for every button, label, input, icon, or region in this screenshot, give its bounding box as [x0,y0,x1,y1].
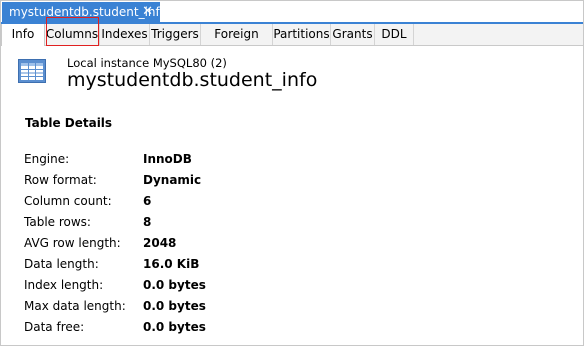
tab-info[interactable]: Info [1,24,45,46]
tab-triggers[interactable]: Triggers [150,24,201,45]
detail-row-engine: Engine: InnoDB [1,152,583,170]
tab-triggers-label: Triggers [151,27,199,41]
table-details-heading: Table Details [25,116,113,130]
detail-label: Column count: [24,194,112,208]
tab-grants[interactable]: Grants [331,24,375,45]
detail-value: 0.0 bytes [143,320,206,334]
detail-value: 2048 [143,236,177,250]
tab-partitions-label: Partitions [273,27,330,41]
detail-row-data-free: Data free: 0.0 bytes [1,320,583,338]
info-panel: Local instance MySQL80 (2) mystudentdb.s… [1,46,583,345]
detail-row-index-length: Index length: 0.0 bytes [1,278,583,296]
detail-value: 0.0 bytes [143,299,206,313]
detail-label: Table rows: [24,215,91,229]
detail-value: InnoDB [143,152,192,166]
detail-row-data-length: Data length: 16.0 KiB [1,257,583,275]
detail-label: Data length: [24,257,99,271]
detail-label: Data free: [24,320,85,334]
instance-name: Local instance MySQL80 (2) [67,56,227,70]
detail-row-table-rows: Table rows: 8 [1,215,583,233]
detail-value: 8 [143,215,152,229]
tab-partitions[interactable]: Partitions [273,24,331,45]
tab-ddl-label: DDL [381,27,407,41]
detail-row-avg-row-length: AVG row length: 2048 [1,236,583,254]
tab-indexes-label: Indexes [101,27,148,41]
tab-foreign-keys[interactable]: Foreign keys [201,24,273,62]
columns-tab-highlight [46,17,99,46]
detail-value: Dynamic [143,173,202,187]
tab-ddl[interactable]: DDL [375,24,414,45]
detail-label: AVG row length: [24,236,121,250]
tab-indexes[interactable]: Indexes [100,24,150,45]
detail-label: Row format: [24,173,97,187]
detail-row-row-format: Row format: Dynamic [1,173,583,191]
close-icon[interactable]: ✕ [142,2,153,22]
detail-label: Max data length: [24,299,126,313]
detail-label: Index length: [24,278,104,292]
detail-row-column-count: Column count: 6 [1,194,583,212]
detail-value: 6 [143,194,152,208]
tab-info-label: Info [11,27,35,41]
tab-grants-label: Grants [332,27,373,41]
editor-frame: mystudentdb.student_info ✕ Info Columns … [0,0,584,346]
detail-row-max-data-length: Max data length: 0.0 bytes [1,299,583,317]
table-icon [18,59,46,83]
page-title: mystudentdb.student_info [67,69,318,91]
detail-value: 0.0 bytes [143,278,206,292]
detail-value: 16.0 KiB [143,257,200,271]
detail-label: Engine: [24,152,70,166]
